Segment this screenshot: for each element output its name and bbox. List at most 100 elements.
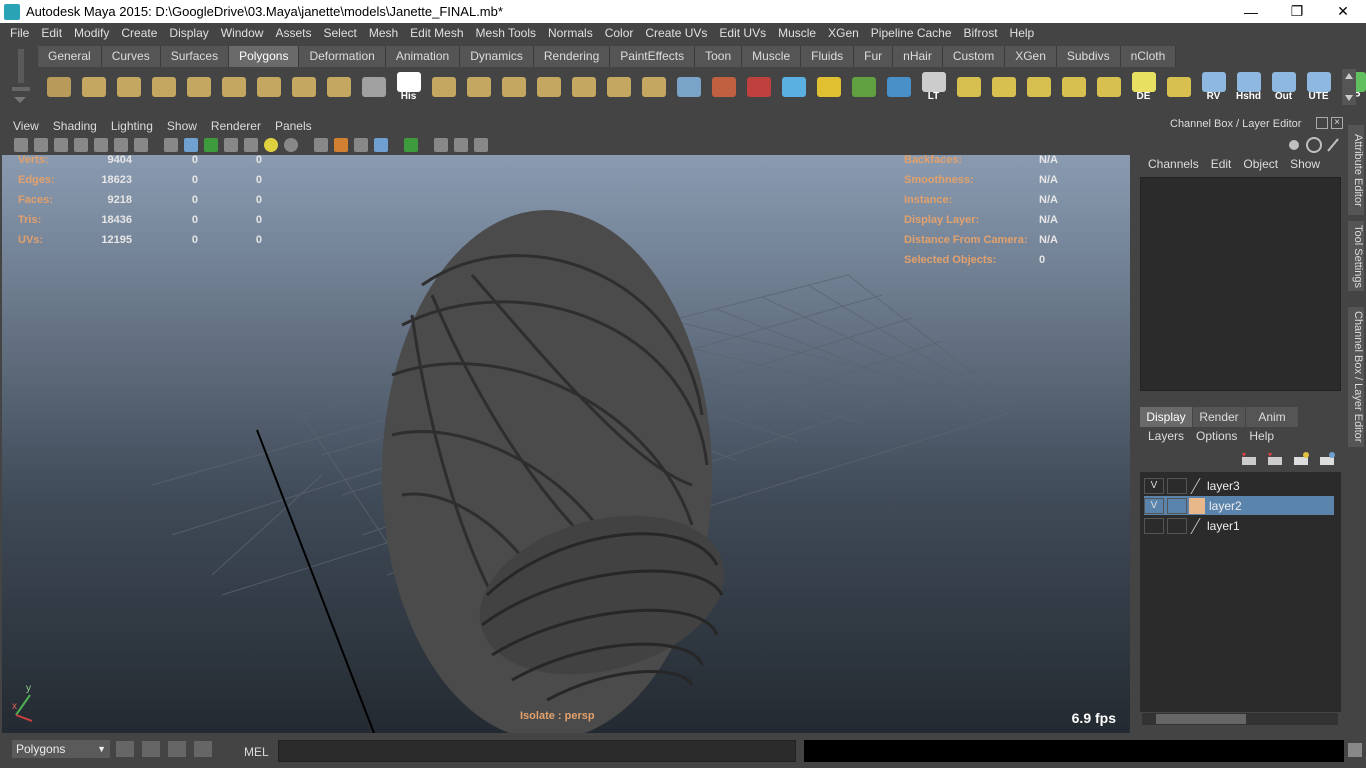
layer-tab-render[interactable]: Render	[1193, 407, 1245, 427]
shelf-tab-painteffects[interactable]: PaintEffects	[610, 46, 696, 67]
layer-menu-layers[interactable]: Layers	[1142, 429, 1190, 443]
poly-cube-icon[interactable]	[77, 71, 110, 104]
shelf-tab-ncloth[interactable]: nCloth	[1120, 46, 1177, 67]
menu-normals[interactable]: Normals	[542, 26, 599, 40]
poly-pipe-icon[interactable]	[287, 71, 320, 104]
layer-visibility-toggle[interactable]	[1144, 517, 1164, 534]
side-tab-channel-box-layer-editor[interactable]: Channel Box / Layer Editor	[1348, 307, 1364, 447]
bridge-icon[interactable]	[462, 71, 495, 104]
uv-auto-icon[interactable]	[1057, 71, 1090, 104]
poly-cylinder-icon[interactable]	[112, 71, 145, 104]
shelf-tab-fur[interactable]: Fur	[854, 46, 894, 67]
camera-lock-icon[interactable]	[34, 138, 48, 152]
layer-tools-icon[interactable]	[1240, 451, 1336, 469]
shelf-tab-nhair[interactable]: nHair	[893, 46, 943, 67]
channel-menu-show[interactable]: Show	[1284, 157, 1326, 171]
channel-menu-channels[interactable]: Channels	[1142, 157, 1205, 171]
bookmark-icon[interactable]	[54, 138, 68, 152]
rv-icon[interactable]: RV	[1197, 71, 1230, 104]
shelf-tab-toon[interactable]: Toon	[695, 46, 743, 67]
menu-pipeline-cache[interactable]: Pipeline Cache	[865, 26, 958, 40]
uv-spherical-icon[interactable]	[1022, 71, 1055, 104]
shelf-tab-custom[interactable]: Custom	[942, 46, 1006, 67]
script-editor-icon[interactable]	[142, 741, 160, 757]
poly-cone-icon[interactable]	[147, 71, 180, 104]
menu-file[interactable]: File	[4, 26, 35, 40]
shelf-tab-deformation[interactable]: Deformation	[299, 46, 386, 67]
menu-xgen[interactable]: XGen	[822, 26, 865, 40]
two-pane-icon[interactable]	[454, 138, 468, 152]
uv-editor-icon[interactable]	[847, 71, 880, 104]
shelf-tab-fluids[interactable]: Fluids	[801, 46, 855, 67]
menu-modify[interactable]: Modify	[68, 26, 115, 40]
close-panel-icon[interactable]: ×	[1331, 117, 1343, 129]
viewport-menu-shading[interactable]: Shading	[46, 119, 104, 133]
layer-color-swatch[interactable]	[1190, 477, 1202, 494]
menu-color[interactable]: Color	[599, 26, 640, 40]
command-input[interactable]	[278, 740, 796, 762]
layer-menu-help[interactable]: Help	[1243, 429, 1280, 443]
uv-cylindrical-icon[interactable]	[987, 71, 1020, 104]
layer-row-layer2[interactable]: Vlayer2	[1144, 496, 1334, 515]
poly-pyramid-icon[interactable]	[252, 71, 285, 104]
shelf-scroll-arrows-icon[interactable]	[1342, 69, 1356, 105]
merge-icon[interactable]	[567, 71, 600, 104]
motion-blur-icon[interactable]	[354, 138, 368, 152]
shelf-tab-dynamics[interactable]: Dynamics	[460, 46, 534, 67]
menu-edit-mesh[interactable]: Edit Mesh	[404, 26, 469, 40]
panel-layout-icon[interactable]	[434, 138, 448, 152]
layer-visibility-toggle[interactable]: V	[1144, 477, 1164, 494]
shelf-tab-polygons[interactable]: Polygons	[229, 46, 300, 67]
ute-icon[interactable]: UTE	[1302, 71, 1335, 104]
mode-selector[interactable]: Polygons ▼	[12, 740, 110, 758]
soccer-ball-icon[interactable]	[357, 71, 390, 104]
restore-button[interactable]: ❐	[1274, 0, 1320, 23]
layer-row-layer3[interactable]: Vlayer3	[1144, 476, 1334, 495]
channel-menu-edit[interactable]: Edit	[1205, 157, 1238, 171]
menu-mesh[interactable]: Mesh	[363, 26, 404, 40]
uv-grid-icon[interactable]	[1162, 71, 1195, 104]
wireframe-shade-icon[interactable]	[164, 138, 178, 152]
shelf-tab-muscle[interactable]: Muscle	[742, 46, 802, 67]
side-tab-attribute-editor[interactable]: Attribute Editor	[1348, 125, 1364, 215]
script-editor-button-icon[interactable]	[1348, 743, 1362, 757]
menu-create[interactable]: Create	[115, 26, 163, 40]
film-gate-icon[interactable]	[114, 138, 128, 152]
grid-icon[interactable]	[94, 138, 108, 152]
wireframe-on-shaded-icon[interactable]	[204, 138, 218, 152]
layer-menu-options[interactable]: Options	[1190, 429, 1243, 443]
xray-icon[interactable]	[224, 138, 238, 152]
viewport-menu-lighting[interactable]: Lighting	[104, 119, 160, 133]
channel-menu-object[interactable]: Object	[1237, 157, 1284, 171]
extrude-icon[interactable]	[427, 71, 460, 104]
shelf-handle-icon[interactable]	[8, 47, 32, 107]
menu-muscle[interactable]: Muscle	[772, 26, 822, 40]
persp-viewport[interactable]: y x Verts: 9404 0 0 Edges: 18623 0 0 Faces: 9218 0…	[2, 155, 1130, 733]
smooth-icon[interactable]	[602, 71, 635, 104]
uv-layout-icon[interactable]	[1092, 71, 1125, 104]
sculpt-icon[interactable]	[707, 71, 740, 104]
lights-icon[interactable]	[264, 138, 278, 152]
hshd-icon[interactable]: Hshd	[1232, 71, 1265, 104]
layer-playback-toggle[interactable]	[1167, 497, 1187, 514]
viewport-menu-view[interactable]: View	[6, 119, 46, 133]
shelf-tab-rendering[interactable]: Rendering	[533, 46, 611, 67]
combine-icon[interactable]	[497, 71, 530, 104]
float-panel-icon[interactable]	[1316, 117, 1328, 129]
poly-helix-icon[interactable]	[322, 71, 355, 104]
menu-select[interactable]: Select	[317, 26, 362, 40]
image-plane-icon[interactable]	[74, 138, 88, 152]
history-icon[interactable]: His	[392, 71, 425, 104]
viewport-menu-panels[interactable]: Panels	[268, 119, 319, 133]
side-tab-tool-settings[interactable]: Tool Settings	[1348, 221, 1364, 291]
resolution-gate-icon[interactable]	[134, 138, 148, 152]
channel-box-tools-icon[interactable]	[1286, 135, 1342, 155]
ambient-occlusion-icon[interactable]	[334, 138, 348, 152]
shelf-tab-curves[interactable]: Curves	[101, 46, 161, 67]
viewport-menu-renderer[interactable]: Renderer	[204, 119, 268, 133]
isolate-select-icon[interactable]	[314, 138, 328, 152]
separate-icon[interactable]	[532, 71, 565, 104]
lt-icon[interactable]: LT	[917, 71, 950, 104]
hypershade-icon[interactable]	[194, 741, 212, 757]
uv-snapshot-icon[interactable]	[812, 71, 845, 104]
